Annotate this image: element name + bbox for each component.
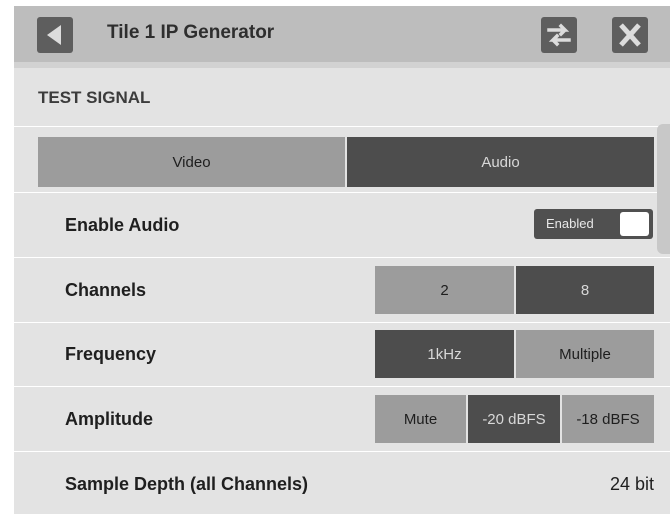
- header-divider: [14, 62, 670, 68]
- channels-label: Channels: [65, 280, 147, 300]
- close-button[interactable]: [612, 17, 648, 53]
- amplitude-option-mute[interactable]: Mute: [375, 395, 466, 443]
- scrollbar[interactable]: [657, 124, 670, 254]
- amplitude-label: Amplitude: [65, 409, 153, 429]
- divider: [14, 386, 670, 387]
- swap-button[interactable]: [541, 17, 577, 53]
- header-bar: Tile 1 IP Generator: [14, 6, 670, 62]
- amplitude-option-minus20[interactable]: -20 dBFS: [468, 395, 560, 443]
- divider: [14, 257, 670, 258]
- section-title: TEST SIGNAL: [38, 88, 151, 107]
- divider: [14, 451, 670, 452]
- toggle-knob: [620, 212, 649, 236]
- page-title: Tile 1 IP Generator: [107, 22, 275, 43]
- frequency-option-multiple[interactable]: Multiple: [516, 330, 654, 378]
- sample-depth-label: Sample Depth (all Channels): [65, 474, 309, 494]
- enable-audio-toggle[interactable]: Enabled: [534, 209, 653, 239]
- channels-option-2[interactable]: 2: [375, 266, 514, 314]
- frequency-option-1khz[interactable]: 1kHz: [375, 330, 514, 378]
- enable-audio-label: Enable Audio: [65, 215, 180, 235]
- sample-depth-value: 24 bit: [609, 474, 654, 494]
- tab-audio[interactable]: Audio: [347, 137, 654, 187]
- back-button[interactable]: [37, 17, 73, 53]
- divider: [14, 322, 670, 323]
- toggle-state-text: Enabled: [546, 216, 594, 231]
- divider: [14, 126, 670, 127]
- channels-option-8[interactable]: 8: [516, 266, 654, 314]
- settings-panel: Tile 1 IP Generator TEST SIGNAL Video Au…: [14, 6, 670, 514]
- tab-video[interactable]: Video: [38, 137, 345, 187]
- divider: [14, 192, 670, 193]
- frequency-label: Frequency: [65, 344, 157, 364]
- amplitude-option-minus18[interactable]: -18 dBFS: [562, 395, 654, 443]
